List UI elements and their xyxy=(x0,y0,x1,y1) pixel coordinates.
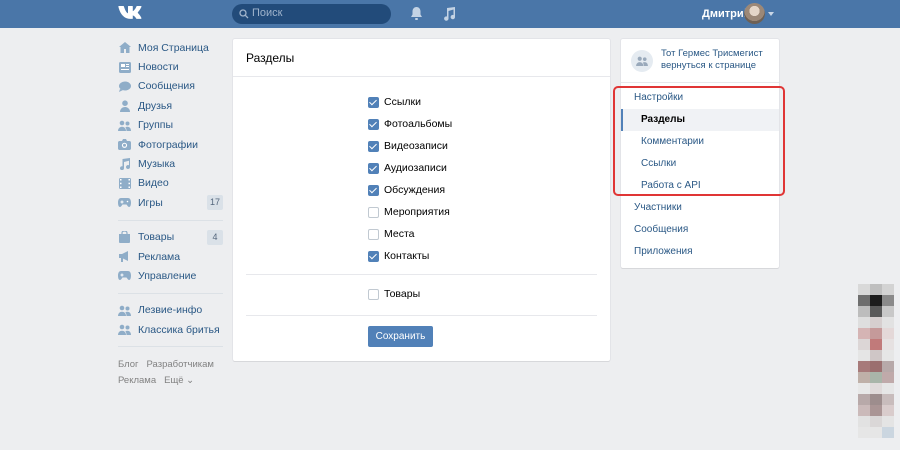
footer-link-developers[interactable]: Разработчикам xyxy=(147,359,214,370)
checkbox-goods[interactable]: Товары xyxy=(368,283,420,305)
message-icon xyxy=(118,80,131,93)
checkbox-videos[interactable]: Видеозаписи xyxy=(368,135,452,157)
groups-icon xyxy=(118,119,131,132)
nav-item-groups[interactable]: Группы xyxy=(118,116,223,135)
checkbox-unchecked[interactable] xyxy=(368,206,379,218)
back-to-page-link[interactable]: вернуться к странице xyxy=(661,60,756,72)
divider xyxy=(246,315,597,316)
nav-item-group-lezvie[interactable]: Лезвие-инфо xyxy=(118,301,223,320)
checkbox-checked[interactable] xyxy=(368,96,379,108)
groups-icon xyxy=(118,323,131,336)
save-button[interactable]: Сохранить xyxy=(368,326,433,347)
home-icon xyxy=(118,41,131,54)
bell-icon[interactable] xyxy=(410,6,423,24)
footer-link-ads[interactable]: Реклама xyxy=(118,375,156,386)
footer-links: Блог Разработчикам Реклама Ещё ⌄ xyxy=(118,357,223,389)
gamepad-icon xyxy=(118,196,131,209)
nav-item-management[interactable]: Управление xyxy=(118,266,223,285)
menu-item-messages[interactable]: Сообщения xyxy=(621,219,779,241)
nav-item-messages[interactable]: Сообщения xyxy=(118,77,223,96)
search-placeholder: Поиск xyxy=(252,7,283,19)
avatar[interactable] xyxy=(744,3,765,24)
checkbox-audios[interactable]: Аудиозаписи xyxy=(368,157,452,179)
checkbox-events[interactable]: Мероприятия xyxy=(368,201,452,223)
footer-link-more[interactable]: Ещё ⌄ xyxy=(164,375,194,386)
sections-card: Разделы Ссылки Фотоальбомы Видеозаписи А… xyxy=(233,39,610,361)
checkbox-contacts[interactable]: Контакты xyxy=(368,245,452,267)
nav-item-friends[interactable]: Друзья xyxy=(118,96,223,115)
groups-icon xyxy=(118,304,131,317)
nav-item-games[interactable]: Игры 17 xyxy=(118,193,223,212)
search-icon xyxy=(239,8,249,22)
blurred-thumbnail-strip xyxy=(858,284,894,450)
top-bar: Поиск Дмитрий xyxy=(0,0,900,28)
checkbox-photoalbums[interactable]: Фотоальбомы xyxy=(368,113,452,135)
menu-item-members[interactable]: Участники xyxy=(621,197,779,219)
nav-item-goods[interactable]: Товары 4 xyxy=(118,228,223,247)
checkbox-unchecked[interactable] xyxy=(368,228,379,240)
gamepad-icon xyxy=(118,269,131,282)
vk-logo-icon[interactable] xyxy=(118,5,142,24)
checkbox-checked[interactable] xyxy=(368,162,379,174)
nav-item-news[interactable]: Новости xyxy=(118,57,223,76)
bag-icon xyxy=(118,231,131,244)
checkbox-checked[interactable] xyxy=(368,118,379,130)
nav-item-music[interactable]: Музыка xyxy=(118,154,223,173)
music-icon xyxy=(118,158,131,171)
checkbox-discussions[interactable]: Обсуждения xyxy=(368,179,452,201)
nav-item-ads[interactable]: Реклама xyxy=(118,247,223,266)
footer-link-blog[interactable]: Блог xyxy=(118,359,139,370)
news-icon xyxy=(118,61,131,74)
checkbox-checked[interactable] xyxy=(368,250,379,262)
nav-divider xyxy=(118,346,223,348)
menu-item-apps[interactable]: Приложения xyxy=(621,241,779,263)
checkbox-unchecked[interactable] xyxy=(368,288,379,300)
divider xyxy=(246,274,597,275)
checkbox-places[interactable]: Места xyxy=(368,223,452,245)
sections-title: Разделы xyxy=(233,39,610,77)
group-header: Тот Гермес Трисмегист вернуться к страни… xyxy=(621,39,779,83)
nav-item-my-page[interactable]: Моя Страница xyxy=(118,38,223,57)
checkbox-checked[interactable] xyxy=(368,184,379,196)
games-count-badge: 17 xyxy=(206,195,223,211)
highlight-frame xyxy=(613,86,785,196)
music-note-icon[interactable] xyxy=(442,6,456,24)
nav-divider xyxy=(118,292,223,294)
search-input[interactable]: Поиск xyxy=(232,4,391,24)
group-avatar-icon[interactable] xyxy=(631,50,653,72)
sections-checkbox-list: Ссылки Фотоальбомы Видеозаписи Аудиозапи… xyxy=(368,91,452,267)
group-name-link[interactable]: Тот Гермес Трисмегист xyxy=(661,48,763,60)
camera-icon xyxy=(118,138,131,151)
goods-count-badge: 4 xyxy=(207,229,223,245)
nav-item-group-klassika[interactable]: Классика бритья xyxy=(118,320,223,339)
left-navigation: Моя Страница Новости Сообщения Друзья Гр… xyxy=(118,38,223,389)
video-icon xyxy=(118,177,131,190)
checkbox-checked[interactable] xyxy=(368,140,379,152)
megaphone-icon xyxy=(118,250,131,263)
nav-item-photos[interactable]: Фотографии xyxy=(118,135,223,154)
checkbox-links[interactable]: Ссылки xyxy=(368,91,452,113)
friend-icon xyxy=(118,99,131,112)
chevron-down-icon[interactable] xyxy=(768,12,774,16)
nav-item-video[interactable]: Видео xyxy=(118,174,223,193)
nav-divider xyxy=(118,219,223,221)
